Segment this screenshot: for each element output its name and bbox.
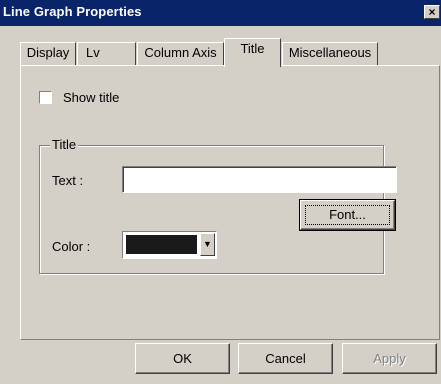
- tab-miscellaneous[interactable]: Miscellaneous: [282, 42, 378, 66]
- show-title-label: Show title: [63, 90, 120, 105]
- title-tab-panel: Show title Title Text : Font... Color : …: [20, 65, 440, 340]
- tab-display[interactable]: Display: [20, 42, 76, 66]
- color-swatch: [126, 235, 197, 254]
- properties-dialog: Line Graph Properties × Display Lv Colum…: [0, 0, 441, 384]
- window-title: Line Graph Properties: [3, 4, 142, 19]
- apply-button[interactable]: Apply: [342, 343, 437, 374]
- show-title-checkbox[interactable]: [39, 91, 52, 104]
- close-icon: ×: [428, 5, 436, 19]
- dropdown-arrow-icon[interactable]: ▼: [200, 233, 215, 256]
- tab-column-axis[interactable]: Column Axis: [137, 42, 224, 66]
- title-group-legend: Title: [50, 137, 79, 152]
- tab-title[interactable]: Title: [224, 38, 281, 67]
- text-label: Text :: [52, 173, 84, 188]
- title-text-input[interactable]: [122, 166, 397, 193]
- font-button[interactable]: Font...: [299, 199, 396, 231]
- tab-lv[interactable]: Lv: [77, 42, 136, 66]
- tab-strip: Display Lv Column Axis Title Miscellaneo…: [20, 38, 440, 67]
- color-picker[interactable]: ▼: [122, 231, 217, 259]
- focus-rectangle: [305, 205, 390, 225]
- cancel-button[interactable]: Cancel: [238, 343, 333, 374]
- color-label: Color :: [52, 239, 91, 254]
- title-bar[interactable]: Line Graph Properties ×: [0, 0, 441, 26]
- ok-button[interactable]: OK: [135, 343, 230, 374]
- title-groupbox: Title Text : Font... Color : ▼: [39, 137, 397, 274]
- close-button[interactable]: ×: [424, 5, 440, 19]
